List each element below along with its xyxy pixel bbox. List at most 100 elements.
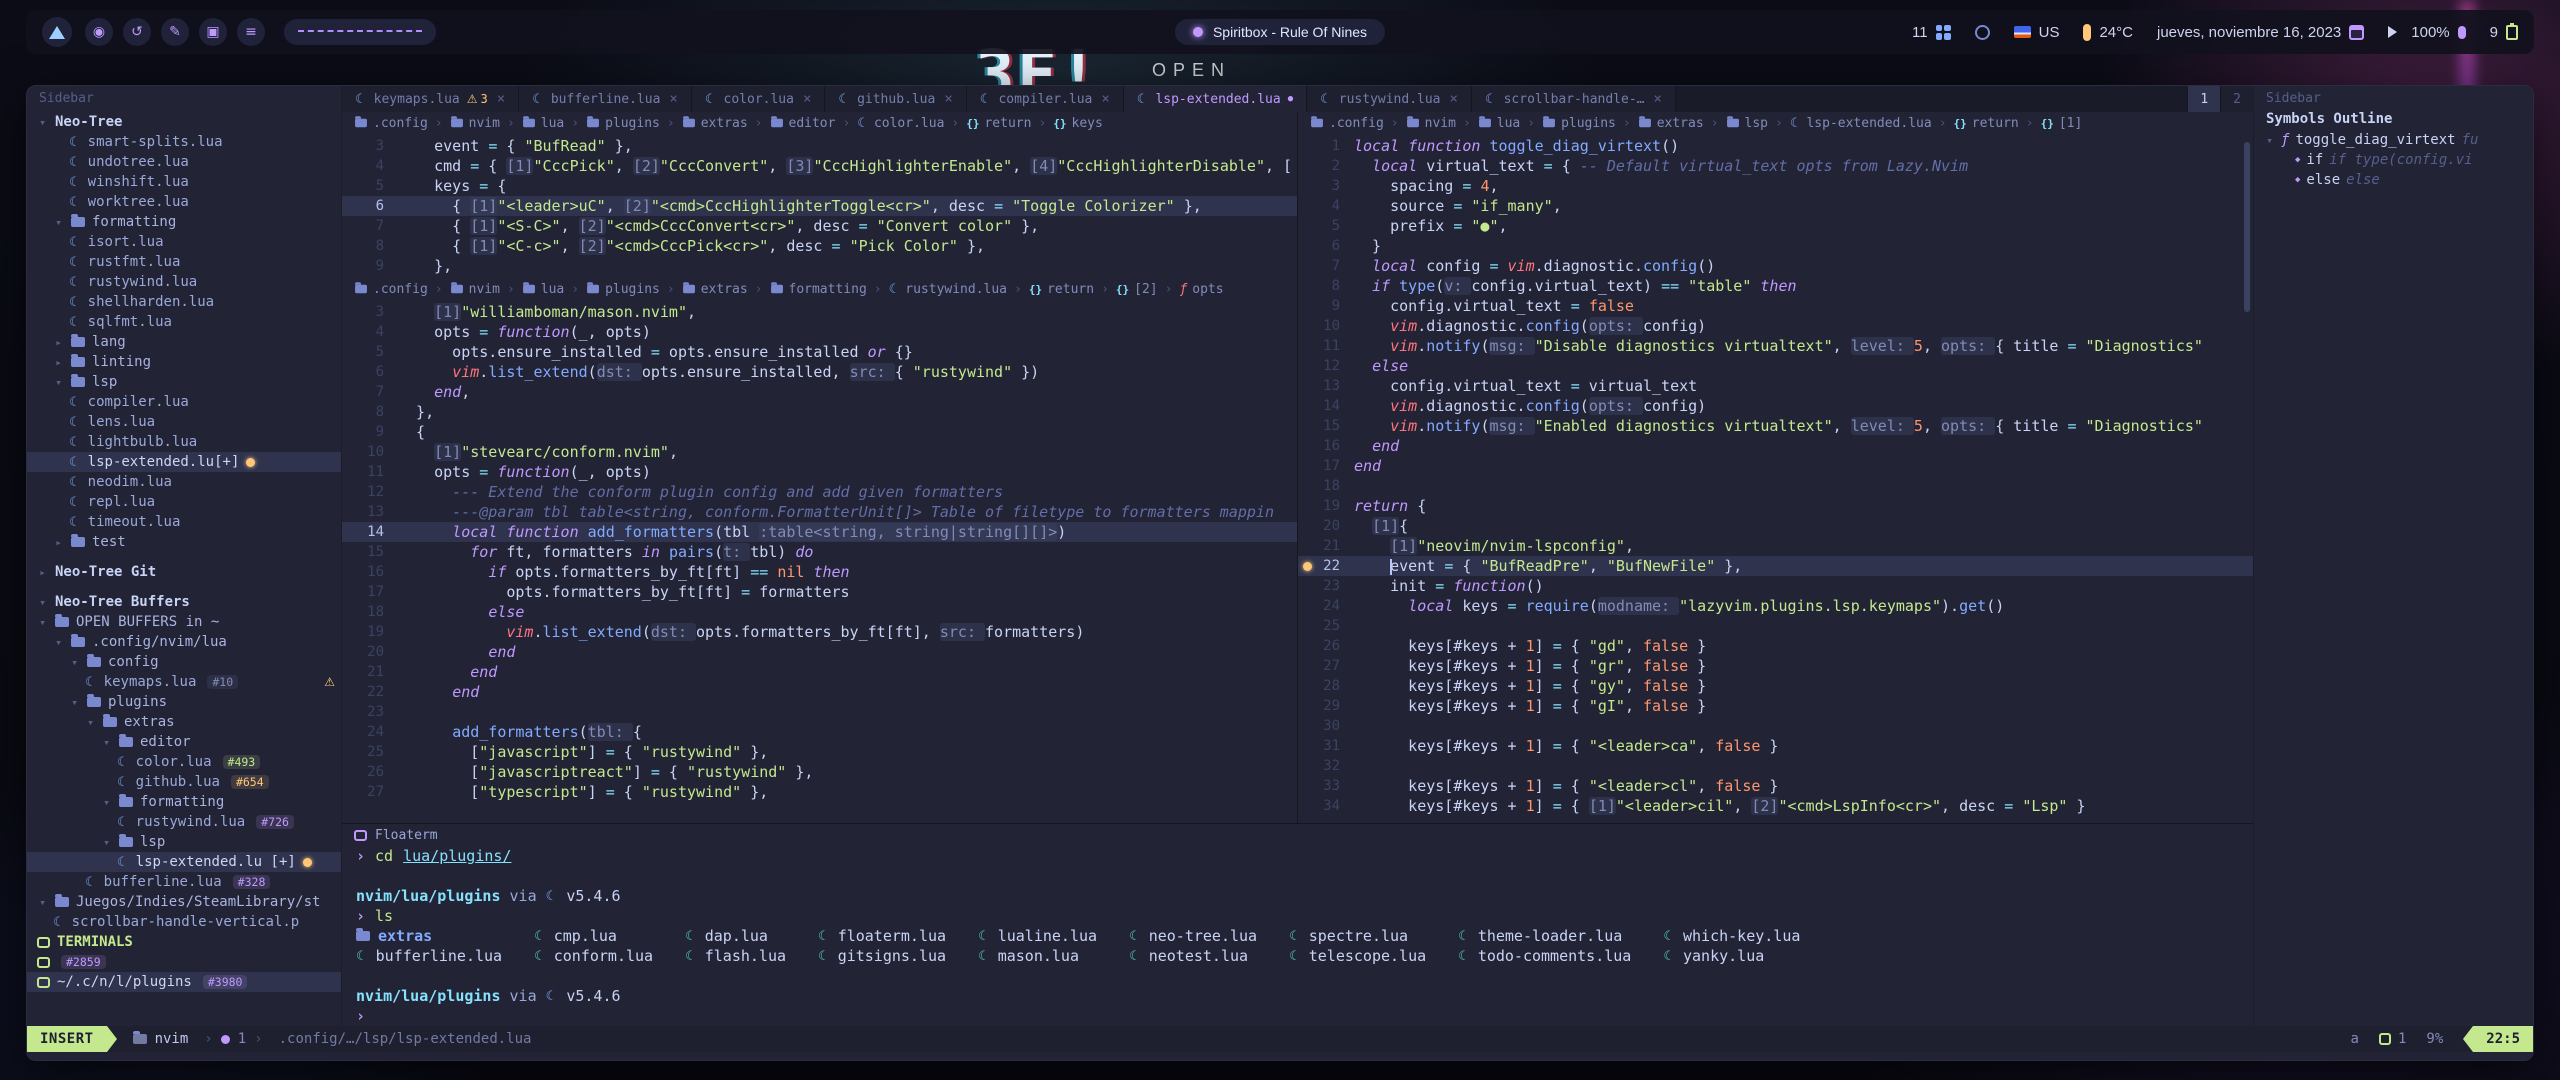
code-line-27[interactable]: 27 ["typescript"] = { "rustywind" }, bbox=[342, 782, 1297, 802]
tree-section-neo-tree-buffers[interactable]: ▾Neo-Tree Buffers bbox=[27, 592, 341, 612]
tree-file-compiler-lua[interactable]: ☾compiler.lua bbox=[27, 392, 341, 412]
tree-folder-config[interactable]: ▾config bbox=[27, 652, 341, 672]
code-line-31[interactable]: 31 keys[#keys + 1] = { "<leader>ca", fal… bbox=[1298, 736, 2253, 756]
code-line-24[interactable]: 24 add_formatters(tbl: { bbox=[342, 722, 1297, 742]
tree-file-shellharden-lua[interactable]: ☾shellharden.lua bbox=[27, 292, 341, 312]
code-line-19[interactable]: 19return { bbox=[1298, 496, 2253, 516]
tree-file-lightbulb-lua[interactable]: ☾lightbulb.lua bbox=[27, 432, 341, 452]
code-line-22[interactable]: 22 event = { "BufReadPre", "BufNewFile" … bbox=[1298, 556, 2253, 576]
tree-section-terminals[interactable]: TERMINALS bbox=[27, 932, 341, 952]
code-line-27[interactable]: 27 keys[#keys + 1] = { "gr", false } bbox=[1298, 656, 2253, 676]
breadcrumb-formatting[interactable]: formatting bbox=[770, 282, 867, 297]
close-icon[interactable]: × bbox=[497, 91, 505, 107]
tree-file-smart-splits-lua[interactable]: ☾smart-splits.lua bbox=[27, 132, 341, 152]
code-line-7[interactable]: 7 end, bbox=[342, 382, 1297, 402]
buffer-tab-github-lua[interactable]: ☾github.lua× bbox=[825, 86, 966, 112]
tree-file-repl-lua[interactable]: ☾repl.lua bbox=[27, 492, 341, 512]
breadcrumb-extras[interactable]: extras bbox=[682, 282, 748, 297]
code-line-4[interactable]: 4 source = "if_many", bbox=[1298, 196, 2253, 216]
tree-folder-lsp[interactable]: ▾lsp bbox=[27, 832, 341, 852]
tree-section-neo-tree-git[interactable]: ▸Neo-Tree Git bbox=[27, 562, 341, 582]
code-line-20[interactable]: 20 end bbox=[342, 642, 1297, 662]
code-line-29[interactable]: 29 keys[#keys + 1] = { "gI", false } bbox=[1298, 696, 2253, 716]
code-line-17[interactable]: 17end bbox=[1298, 456, 2253, 476]
tree-file-github-lua[interactable]: ☾github.lua#654 bbox=[27, 772, 341, 792]
tree-folder-lsp[interactable]: ▾lsp bbox=[27, 372, 341, 392]
code-line-7[interactable]: 7 { [1]"<S-C>", [2]"<cmd>CccConvert<cr>"… bbox=[342, 216, 1297, 236]
close-icon[interactable]: × bbox=[1101, 91, 1109, 107]
buffer-tab-scrollbar-handle[interactable]: ☾scrollbar-handle-…× bbox=[1472, 86, 1676, 112]
code-line-30[interactable]: 30 bbox=[1298, 716, 2253, 736]
restart-button-icon[interactable]: ↺ bbox=[123, 18, 151, 46]
breadcrumb-rustywind-lua[interactable]: ☾rustywind.lua bbox=[889, 282, 1007, 297]
outline-item-else[interactable]: ◆elseelse bbox=[2254, 170, 2533, 190]
code-line-23[interactable]: 23 init = function() bbox=[1298, 576, 2253, 596]
clipboard-module[interactable]: 9 bbox=[2490, 24, 2518, 41]
breadcrumb-plugins[interactable]: plugins bbox=[1542, 116, 1616, 131]
code-line-4[interactable]: 4 opts = function(_, opts) bbox=[342, 322, 1297, 342]
code-line-11[interactable]: 11 vim.notify(msg: "Disable diagnostics … bbox=[1298, 336, 2253, 356]
code-line-1[interactable]: 1local function toggle_diag_virtext() bbox=[1298, 136, 2253, 156]
tree-file-color-lua[interactable]: ☾color.lua#493 bbox=[27, 752, 341, 772]
breadcrumb-plugins[interactable]: plugins bbox=[586, 116, 660, 131]
date-module[interactable]: jueves, noviembre 16, 2023 bbox=[2157, 24, 2364, 41]
tree-file-scrollbar-handle-vertical-p[interactable]: ☾scrollbar-handle-vertical.p bbox=[27, 912, 341, 932]
code-line-13[interactable]: 13 ---@param tbl table<string, conform.F… bbox=[342, 502, 1297, 522]
power-button-icon[interactable]: ◉ bbox=[85, 18, 113, 46]
tree-folder-linting[interactable]: ▸linting bbox=[27, 352, 341, 372]
tree-folder-formatting[interactable]: ▾formatting bbox=[27, 792, 341, 812]
tree-file-sqlfmt-lua[interactable]: ☾sqlfmt.lua bbox=[27, 312, 341, 332]
code-line-12[interactable]: 12 --- Extend the conform plugin config … bbox=[342, 482, 1297, 502]
code-line-18[interactable]: 18 else bbox=[342, 602, 1297, 622]
tree-term-c-n-l-plugins[interactable]: ~/.c/n/l/plugins#3980 bbox=[27, 972, 341, 992]
progress-pill[interactable] bbox=[284, 19, 436, 45]
code-line-26[interactable]: 26 ["javascriptreact"] = { "rustywind" }… bbox=[342, 762, 1297, 782]
breadcrumb-return[interactable]: {}return bbox=[1029, 282, 1094, 297]
buffer-tab-compiler-lua[interactable]: ☾compiler.lua× bbox=[967, 86, 1124, 112]
tree-file-neodim-lua[interactable]: ☾neodim.lua bbox=[27, 472, 341, 492]
breadcrumb-2[interactable]: {}[2] bbox=[1116, 282, 1158, 297]
code-line-14[interactable]: 14 vim.diagnostic.config(opts: config) bbox=[1298, 396, 2253, 416]
breadcrumb-return[interactable]: {}return bbox=[1954, 116, 2019, 131]
close-icon[interactable]: × bbox=[669, 91, 677, 107]
code-line-23[interactable]: 23 bbox=[342, 702, 1297, 722]
code-line-6[interactable]: 6 vim.list_extend(dst: opts.ensure_insta… bbox=[342, 362, 1297, 382]
edit-button-icon[interactable]: ✎ bbox=[161, 18, 189, 46]
tree-folder-lang[interactable]: ▸lang bbox=[27, 332, 341, 352]
code-line-3[interactable]: 3 [1]"williamboman/mason.nvim", bbox=[342, 302, 1297, 322]
tree-folder-formatting[interactable]: ▾formatting bbox=[27, 212, 341, 232]
breadcrumb-lsp-extended-lua[interactable]: ☾lsp-extended.lua bbox=[1790, 116, 1932, 131]
tree-folder-extras[interactable]: ▾extras bbox=[27, 712, 341, 732]
code-line-19[interactable]: 19 vim.list_extend(dst: opts.formatters_… bbox=[342, 622, 1297, 642]
code-line-28[interactable]: 28 keys[#keys + 1] = { "gy", false } bbox=[1298, 676, 2253, 696]
breadcrumb-nvim[interactable]: nvim bbox=[450, 282, 500, 297]
close-icon[interactable]: × bbox=[803, 91, 811, 107]
outline-item-if[interactable]: ◆ifif type(config.vi bbox=[2254, 150, 2533, 170]
tree-file-timeout-lua[interactable]: ☾timeout.lua bbox=[27, 512, 341, 532]
code-line-25[interactable]: 25 bbox=[1298, 616, 2253, 636]
breadcrumb-keys[interactable]: {}keys bbox=[1053, 116, 1103, 131]
code-line-8[interactable]: 8 { [1]"<C-c>", [2]"<cmd>CccPick<cr>", d… bbox=[342, 236, 1297, 256]
tree-file-bufferline-lua[interactable]: ☾bufferline.lua#328 bbox=[27, 872, 341, 892]
code-line-15[interactable]: 15 vim.notify(msg: "Enabled diagnostics … bbox=[1298, 416, 2253, 436]
volume-module[interactable]: 100% bbox=[2388, 24, 2465, 41]
tree-folder-juegos-indies-steamlibrary-st[interactable]: ▾Juegos/Indies/SteamLibrary/st bbox=[27, 892, 341, 912]
code-line-20[interactable]: 20 [1]{ bbox=[1298, 516, 2253, 536]
code-line-17[interactable]: 17 opts.formatters_by_ft[ft] = formatter… bbox=[342, 582, 1297, 602]
buffer-tab-rustywind-lua[interactable]: ☾rustywind.lua× bbox=[1307, 86, 1472, 112]
network-module[interactable] bbox=[1975, 25, 1990, 40]
tree-file-rustfmt-lua[interactable]: ☾rustfmt.lua bbox=[27, 252, 341, 272]
close-icon[interactable]: × bbox=[1450, 91, 1458, 107]
floaterm-body[interactable]: ›cdlua/plugins/nvim/lua/plugins via ☾ v5… bbox=[342, 846, 2253, 1026]
code-line-25[interactable]: 25 ["javascript"] = { "rustywind" }, bbox=[342, 742, 1297, 762]
breadcrumb-config[interactable]: .config bbox=[354, 116, 428, 131]
tree-file-rustywind-lua[interactable]: ☾rustywind.lua#726 bbox=[27, 812, 341, 832]
buffer-tab-lsp-extended-lua[interactable]: ☾lsp-extended.lua● bbox=[1124, 86, 1307, 112]
keyboard-layout-module[interactable]: US bbox=[2014, 24, 2060, 41]
code-line-8[interactable]: 8 }, bbox=[342, 402, 1297, 422]
code-line-2[interactable]: 2 local virtual_text = { -- Default virt… bbox=[1298, 156, 2253, 176]
breadcrumb-lsp[interactable]: lsp bbox=[1726, 116, 1768, 131]
tree-file-winshift-lua[interactable]: ☾winshift.lua bbox=[27, 172, 341, 192]
tree-term-2859[interactable]: #2859 bbox=[27, 952, 341, 972]
tabpage-2[interactable]: 2 bbox=[2220, 86, 2253, 112]
